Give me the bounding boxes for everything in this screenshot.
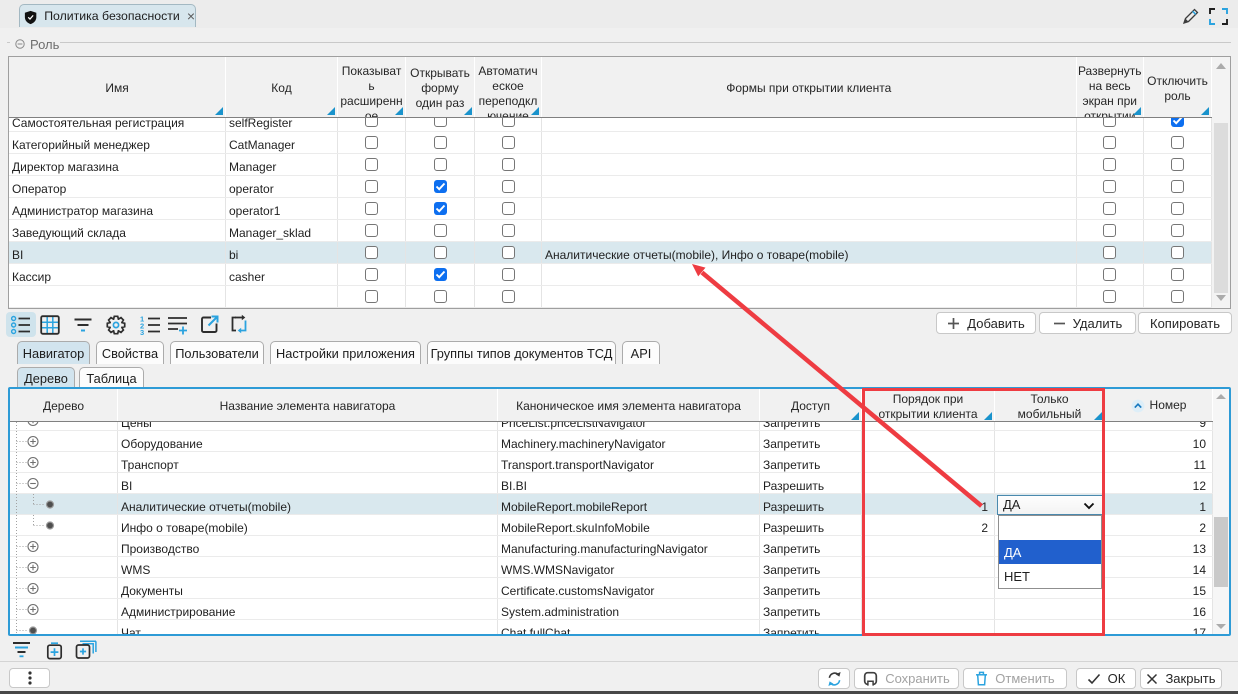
svg-text:3: 3 xyxy=(140,328,144,335)
